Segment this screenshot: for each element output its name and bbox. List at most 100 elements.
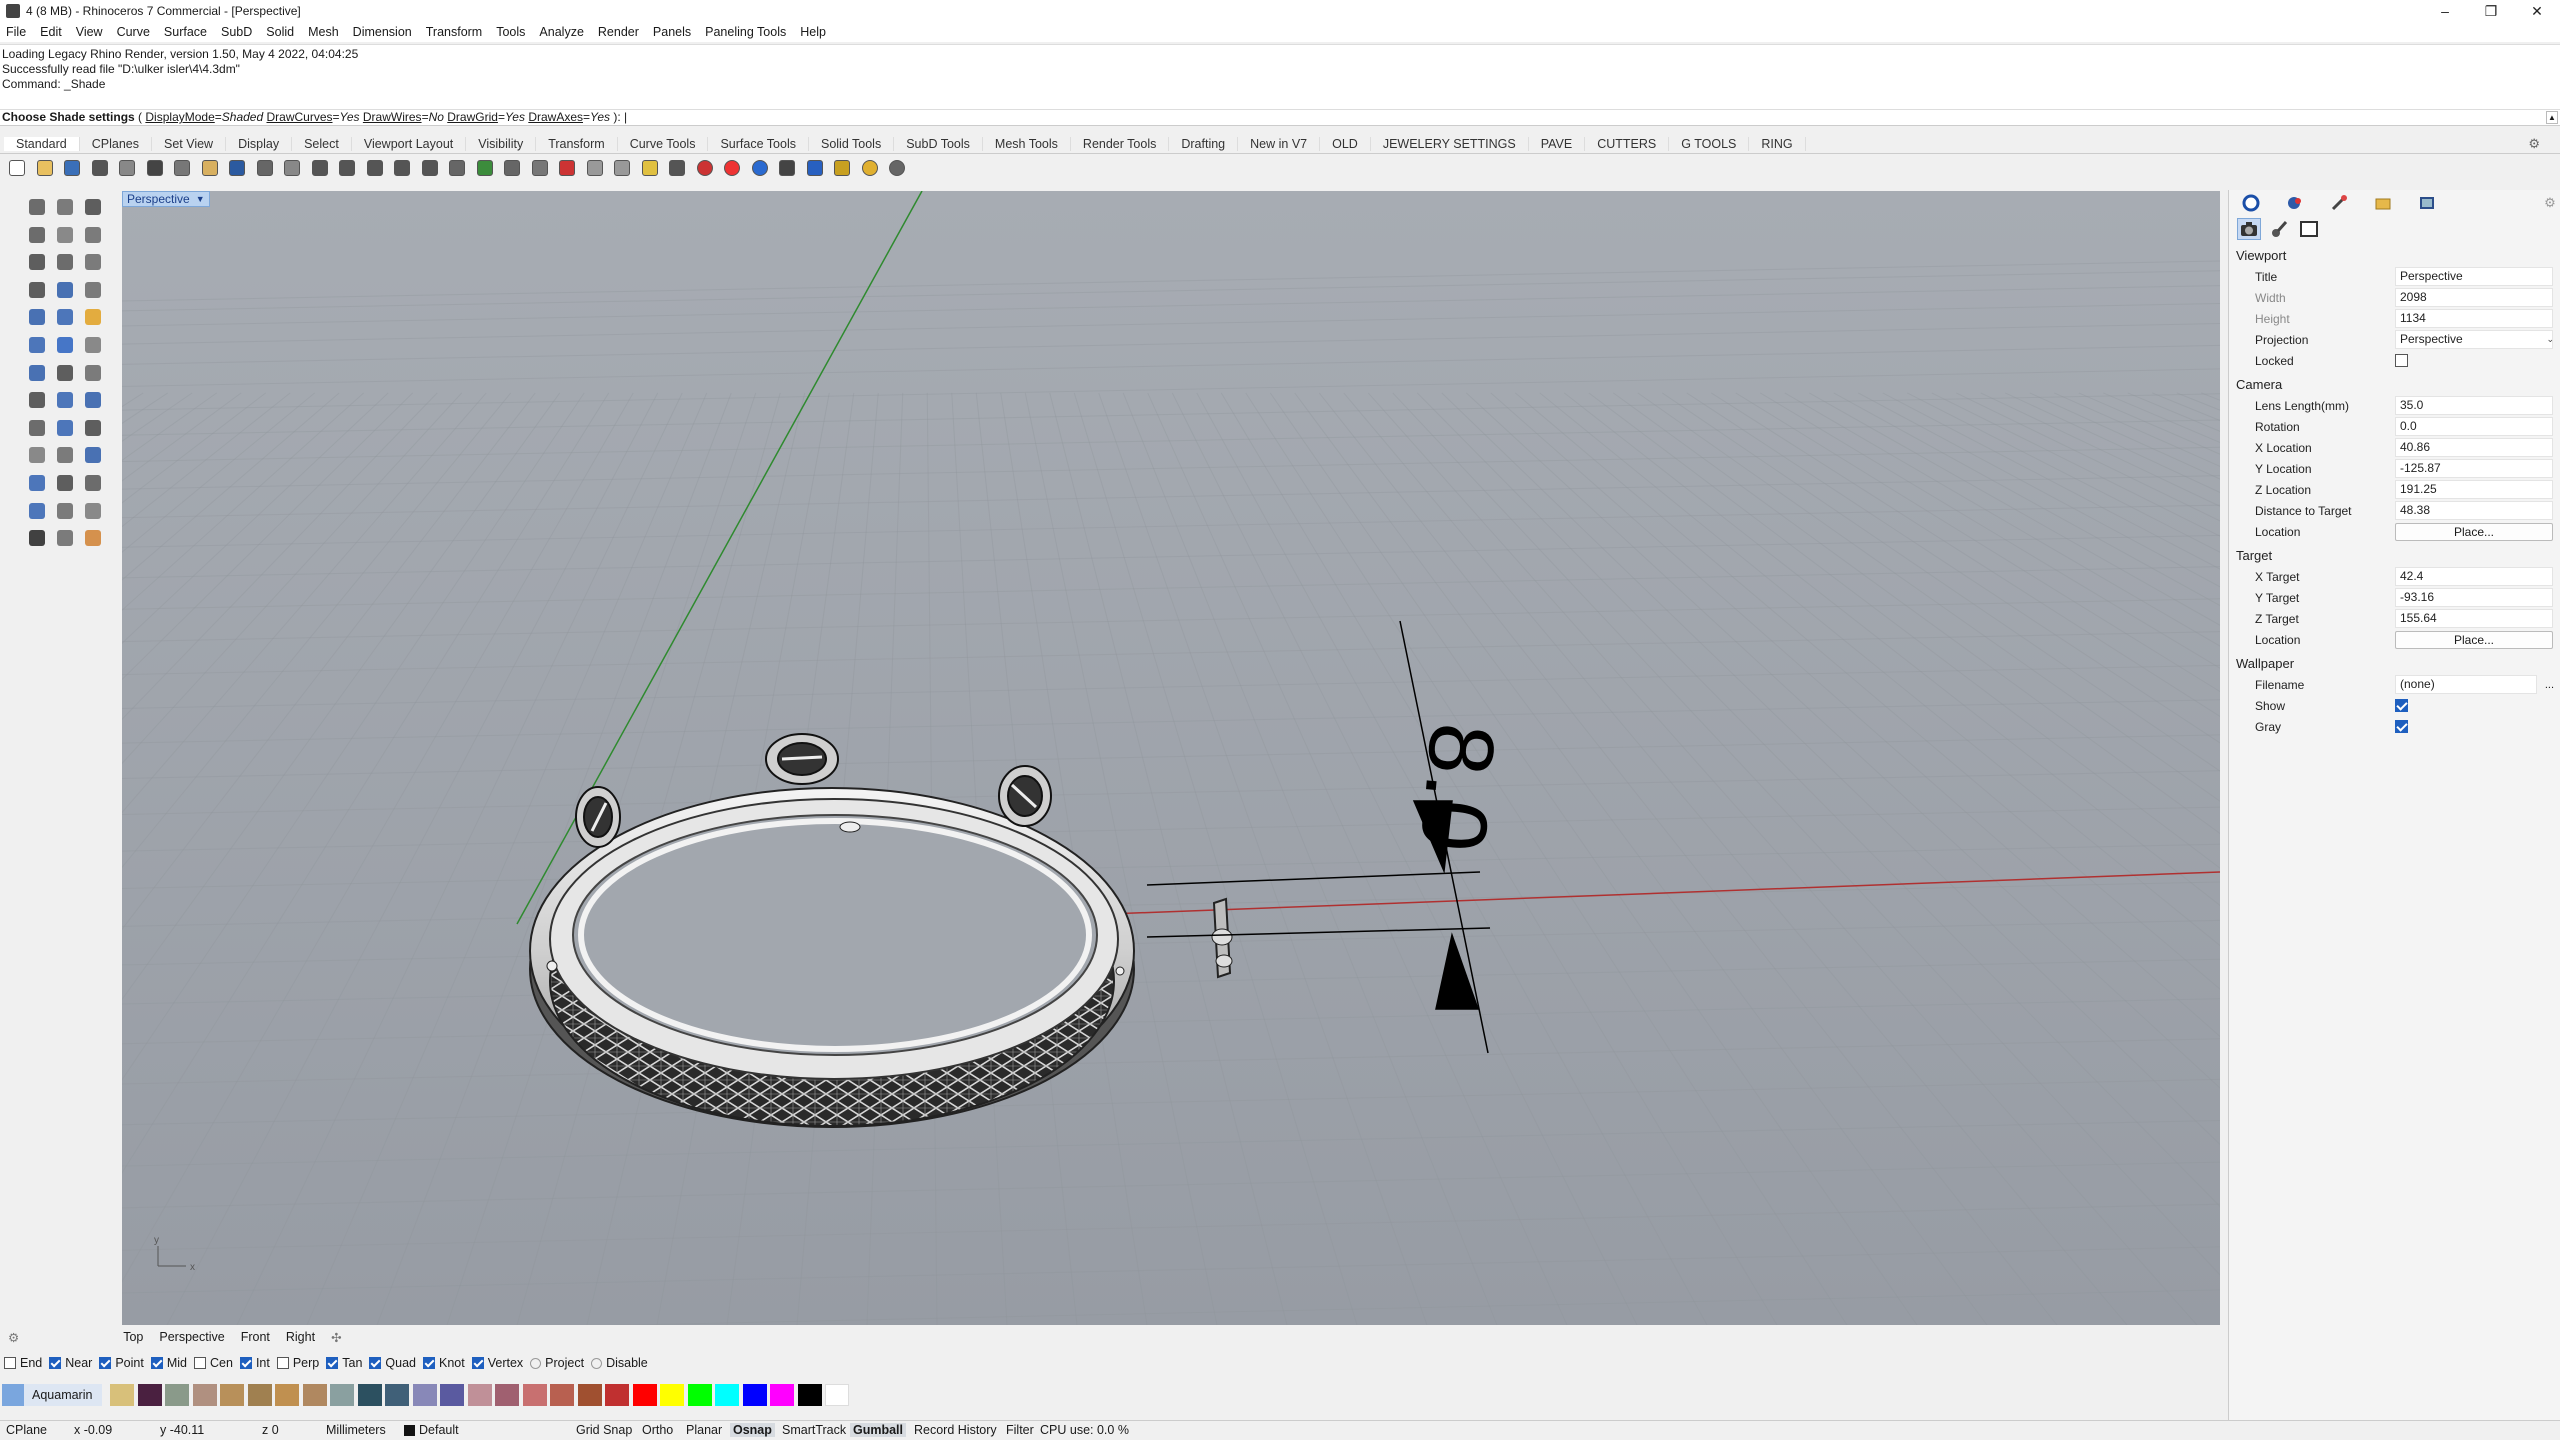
menu-edit[interactable]: Edit (40, 25, 62, 39)
osnap-int[interactable]: Int (239, 1356, 270, 1370)
osnap-quad[interactable]: Quad (369, 1356, 416, 1370)
tab-viewport-layout[interactable]: Viewport Layout (352, 136, 467, 151)
array-icon[interactable] (54, 444, 76, 466)
sphere-icon[interactable] (54, 334, 76, 356)
target-place-button[interactable]: Place... (2395, 630, 2553, 649)
checkbox-knot[interactable] (423, 1357, 435, 1369)
tab-new-in-v7[interactable]: New in V7 (1238, 136, 1321, 151)
tab-front[interactable]: Front (241, 1330, 270, 1344)
tab-g-tools[interactable]: G TOOLS (1669, 136, 1750, 151)
light-icon[interactable] (776, 157, 798, 179)
point-icon[interactable] (54, 196, 76, 218)
mirror-icon[interactable] (26, 444, 48, 466)
planar-toggle[interactable]: Planar (686, 1423, 722, 1437)
camera-icon[interactable] (2237, 218, 2261, 240)
osnap-project[interactable]: Project (530, 1356, 584, 1370)
viewport-layout-icon[interactable] (446, 157, 468, 179)
checkbox-point[interactable] (99, 1357, 112, 1369)
boolean-icon[interactable] (26, 362, 48, 384)
filter-toggle[interactable]: Filter (1006, 1423, 1034, 1437)
record-history-toggle[interactable]: Record History (914, 1423, 997, 1437)
tab-cutters[interactable]: CUTTERS (1585, 136, 1670, 151)
properties-tab-icon[interactable] (2241, 193, 2261, 213)
color-swatch[interactable] (302, 1384, 327, 1406)
menu-file[interactable]: File (6, 25, 26, 39)
show-checkbox[interactable] (2395, 699, 2408, 712)
import-icon[interactable] (116, 157, 138, 179)
filename-field[interactable]: (none) (2395, 675, 2537, 694)
render-blue-icon[interactable] (749, 157, 771, 179)
osnap-perp[interactable]: Perp (276, 1356, 319, 1370)
cplane-icon[interactable] (474, 157, 496, 179)
globe-icon[interactable] (859, 157, 881, 179)
open-icon[interactable] (34, 157, 56, 179)
copy-icon[interactable] (171, 157, 193, 179)
paint-icon[interactable] (82, 527, 104, 549)
x-target-field[interactable]: 42.4 (2395, 567, 2553, 586)
osnap-cen[interactable]: Cen (194, 1356, 233, 1370)
rectangle-icon[interactable] (26, 251, 48, 273)
menu-curve[interactable]: Curve (117, 25, 150, 39)
new-icon[interactable] (6, 157, 28, 179)
material-icon[interactable] (666, 157, 688, 179)
group-icon[interactable] (82, 389, 104, 411)
render-settings-icon[interactable] (2267, 218, 2291, 240)
command-prompt[interactable]: Choose Shade settings ( DisplayMode=Shad… (0, 110, 2560, 126)
color-swatch[interactable] (742, 1384, 767, 1406)
osnap-toggle[interactable]: Osnap (730, 1423, 775, 1437)
tab-right[interactable]: Right (286, 1330, 315, 1344)
current-layer[interactable]: Aquamarin (2, 1384, 103, 1406)
tab-standard[interactable]: Standard (4, 136, 80, 151)
z-location-field[interactable]: 191.25 (2395, 480, 2553, 499)
toolbar-options-icon[interactable]: ⚙ (2516, 136, 2552, 152)
cplane-label[interactable]: CPlane (6, 1423, 47, 1437)
y-location-field[interactable]: -125.87 (2395, 459, 2553, 478)
named-views-tab-icon[interactable] (2417, 193, 2437, 213)
checkbox-end[interactable] (4, 1357, 16, 1369)
checkbox-int[interactable] (239, 1357, 252, 1369)
osnap-mid[interactable]: Mid (150, 1356, 187, 1370)
tab-old[interactable]: OLD (1320, 136, 1371, 151)
color-icon[interactable] (694, 157, 716, 179)
chevron-down-icon[interactable]: ⌄ (2546, 334, 2554, 345)
tab-mesh-tools[interactable]: Mesh Tools (983, 136, 1071, 151)
camera-place-button[interactable]: Place... (2395, 522, 2553, 541)
color-swatch[interactable] (440, 1384, 465, 1406)
panel-options-icon[interactable]: ⚙ (2540, 193, 2560, 213)
align-icon[interactable] (82, 444, 104, 466)
explode-icon[interactable] (26, 389, 48, 411)
fillet-icon[interactable] (54, 279, 76, 301)
ortho-toggle[interactable]: Ortho (642, 1423, 673, 1437)
layer-icon[interactable] (639, 157, 661, 179)
locked-checkbox[interactable] (2395, 354, 2408, 367)
tab-top[interactable]: Top (123, 1330, 143, 1344)
mesh-icon[interactable] (54, 527, 76, 549)
color-swatch[interactable] (550, 1384, 575, 1406)
color-swatch[interactable] (825, 1384, 850, 1406)
ellipse-icon[interactable] (54, 251, 76, 273)
color-swatch[interactable] (165, 1384, 190, 1406)
checkbox-perp[interactable] (276, 1357, 289, 1369)
prompt-option-drawaxes[interactable]: DrawAxes=Yes (528, 110, 610, 124)
radio-disable[interactable] (591, 1357, 603, 1369)
checkbox-quad[interactable] (369, 1357, 382, 1369)
loft-icon[interactable] (82, 306, 104, 328)
viewport-frame-icon[interactable] (2297, 218, 2321, 240)
color-swatch[interactable] (110, 1384, 135, 1406)
join-icon[interactable] (54, 389, 76, 411)
color-swatch[interactable] (220, 1384, 245, 1406)
tab-select[interactable]: Select (292, 136, 352, 151)
menu-help[interactable]: Help (800, 25, 826, 39)
polygon-icon[interactable] (82, 251, 104, 273)
tab-visibility[interactable]: Visibility (466, 136, 537, 151)
perspective-viewport[interactable]: 8.0 x y (122, 191, 2220, 1325)
color-swatch[interactable] (605, 1384, 630, 1406)
color-swatch[interactable] (192, 1384, 217, 1406)
save-icon[interactable] (61, 157, 83, 179)
grid-icon[interactable] (501, 157, 523, 179)
color-swatch[interactable] (137, 1384, 162, 1406)
prompt-option-displaymode[interactable]: DisplayMode=Shaded (145, 110, 263, 124)
hide-icon[interactable] (529, 157, 551, 179)
zoom-icon[interactable] (309, 157, 331, 179)
menu-panels[interactable]: Panels (653, 25, 691, 39)
